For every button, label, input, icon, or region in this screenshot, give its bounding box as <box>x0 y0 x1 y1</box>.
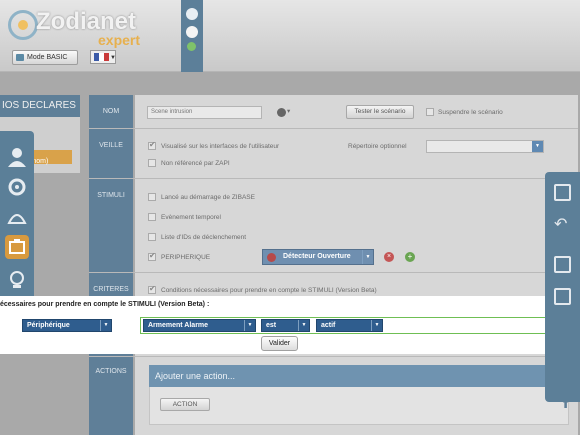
chevron-down-icon: ▼ <box>244 320 255 331</box>
visualise-label: Visualisé sur les interfaces de l'utilis… <box>161 143 280 150</box>
moon-icon[interactable] <box>186 26 198 38</box>
status-led-icon <box>187 42 196 51</box>
conditions-checkbox[interactable] <box>148 284 156 294</box>
chevron-down-icon: ▼ <box>532 141 543 152</box>
stimuli-device-value: Détecteur Ouverture <box>283 253 351 260</box>
power-icon[interactable] <box>186 8 198 20</box>
declared-list-title: IOS DECLARES ... <box>0 95 80 133</box>
divider <box>89 272 578 273</box>
top-header: Zodianet expert Mode BASIC ▼ <box>0 0 580 72</box>
chevron-down-icon: ▼ <box>371 320 382 331</box>
icon-picker-icon[interactable] <box>277 108 286 117</box>
list-edit-icon[interactable] <box>554 256 571 273</box>
divider <box>89 128 578 129</box>
condition-editor-title: écessaires pour prendre en compte le STI… <box>0 301 210 308</box>
evenement-label: Evènement temporel <box>161 214 221 221</box>
save-icon[interactable] <box>554 184 571 201</box>
chevron-down-icon: ▼ <box>298 320 309 331</box>
mode-icon <box>16 54 24 61</box>
divider <box>89 178 578 179</box>
section-stimuli-label: STIMULI <box>97 192 125 199</box>
condition-operator-value: est <box>266 322 277 329</box>
camera-icon[interactable] <box>5 267 29 291</box>
repertoire-label: Répertoire optionnel <box>348 143 407 150</box>
reference-label: Non référencé par ZAPI <box>161 160 230 167</box>
suspend-checkbox[interactable] <box>426 108 434 116</box>
validate-button[interactable]: Valider <box>261 336 298 351</box>
door-sensor-icon <box>267 253 276 262</box>
language-select[interactable]: ▼ <box>90 50 116 64</box>
logo-sub: expert <box>98 32 141 48</box>
mode-basic-button[interactable]: Mode BASIC <box>12 50 78 65</box>
suspend-label: Suspendre le scénario <box>438 109 503 116</box>
evenement-checkbox[interactable] <box>148 213 156 221</box>
condition-value-select[interactable]: actif ▼ <box>316 319 383 332</box>
condition-device-select[interactable]: Armement Alarme ▼ <box>143 319 256 332</box>
condition-value-value: actif <box>321 322 336 329</box>
liste-ids-label: Liste d'IDs de déclenchement <box>161 234 247 241</box>
gear-icon[interactable] <box>5 175 29 199</box>
alarm-icon[interactable] <box>5 205 29 229</box>
add-stimulus-icon[interactable]: + <box>405 252 415 262</box>
condition-type-select[interactable]: Périphérique ▼ <box>22 319 112 332</box>
scenario-name-input[interactable]: Scene intrusion <box>147 106 262 119</box>
right-dock: ↶ <box>545 172 580 402</box>
stimuli-device-select[interactable]: Détecteur Ouverture ▼ <box>262 249 374 265</box>
zodianet-logo: Zodianet expert <box>6 6 146 48</box>
add-action-header[interactable]: Ajouter une action... <box>149 365 569 387</box>
chevron-down-icon: ▼ <box>362 250 373 264</box>
condition-operator-select[interactable]: est ▼ <box>261 319 310 332</box>
declared-list-selected-item[interactable]: (nom) <box>28 150 72 165</box>
logo-mark-icon <box>8 10 38 40</box>
remove-stimulus-icon[interactable]: × <box>384 252 394 262</box>
demarrage-checkbox[interactable] <box>148 193 156 201</box>
repertoire-select[interactable]: ▼ <box>426 140 544 153</box>
scenario-icon[interactable] <box>5 235 29 259</box>
section-veille-label: VEILLE <box>99 142 123 149</box>
mode-label: Mode BASIC <box>27 54 68 61</box>
peripherique-checkbox[interactable] <box>148 251 156 261</box>
chevron-down-icon: ▼ <box>110 55 116 61</box>
conditions-label: Conditions nécessaires pour prendre en c… <box>161 287 377 294</box>
section-actions-label: ACTIONS <box>95 368 127 375</box>
section-nom-label: NOM <box>102 108 120 115</box>
peripherique-label: PERIPHERIQUE <box>161 254 211 261</box>
demarrage-label: Lancé au démarrage de ZIBASE <box>161 194 255 201</box>
condition-device-value: Armement Alarme <box>148 322 209 329</box>
liste-ids-checkbox[interactable] <box>148 233 156 241</box>
status-strip <box>181 0 203 72</box>
user-icon[interactable] <box>5 145 29 169</box>
condition-type-value: Périphérique <box>27 322 70 329</box>
list-icon[interactable] <box>554 288 571 305</box>
action-button[interactable]: ACTION <box>160 398 210 411</box>
reference-checkbox[interactable] <box>148 159 156 167</box>
chevron-down-icon: ▼ <box>100 320 111 331</box>
visualise-checkbox[interactable] <box>148 140 156 150</box>
section-criteres-label: CRITERES <box>93 286 129 293</box>
undo-icon[interactable]: ↶ <box>554 216 571 233</box>
divider <box>89 356 578 357</box>
chevron-down-icon: ▾ <box>287 108 291 115</box>
test-scenario-button[interactable]: Tester le scénario <box>346 105 414 119</box>
